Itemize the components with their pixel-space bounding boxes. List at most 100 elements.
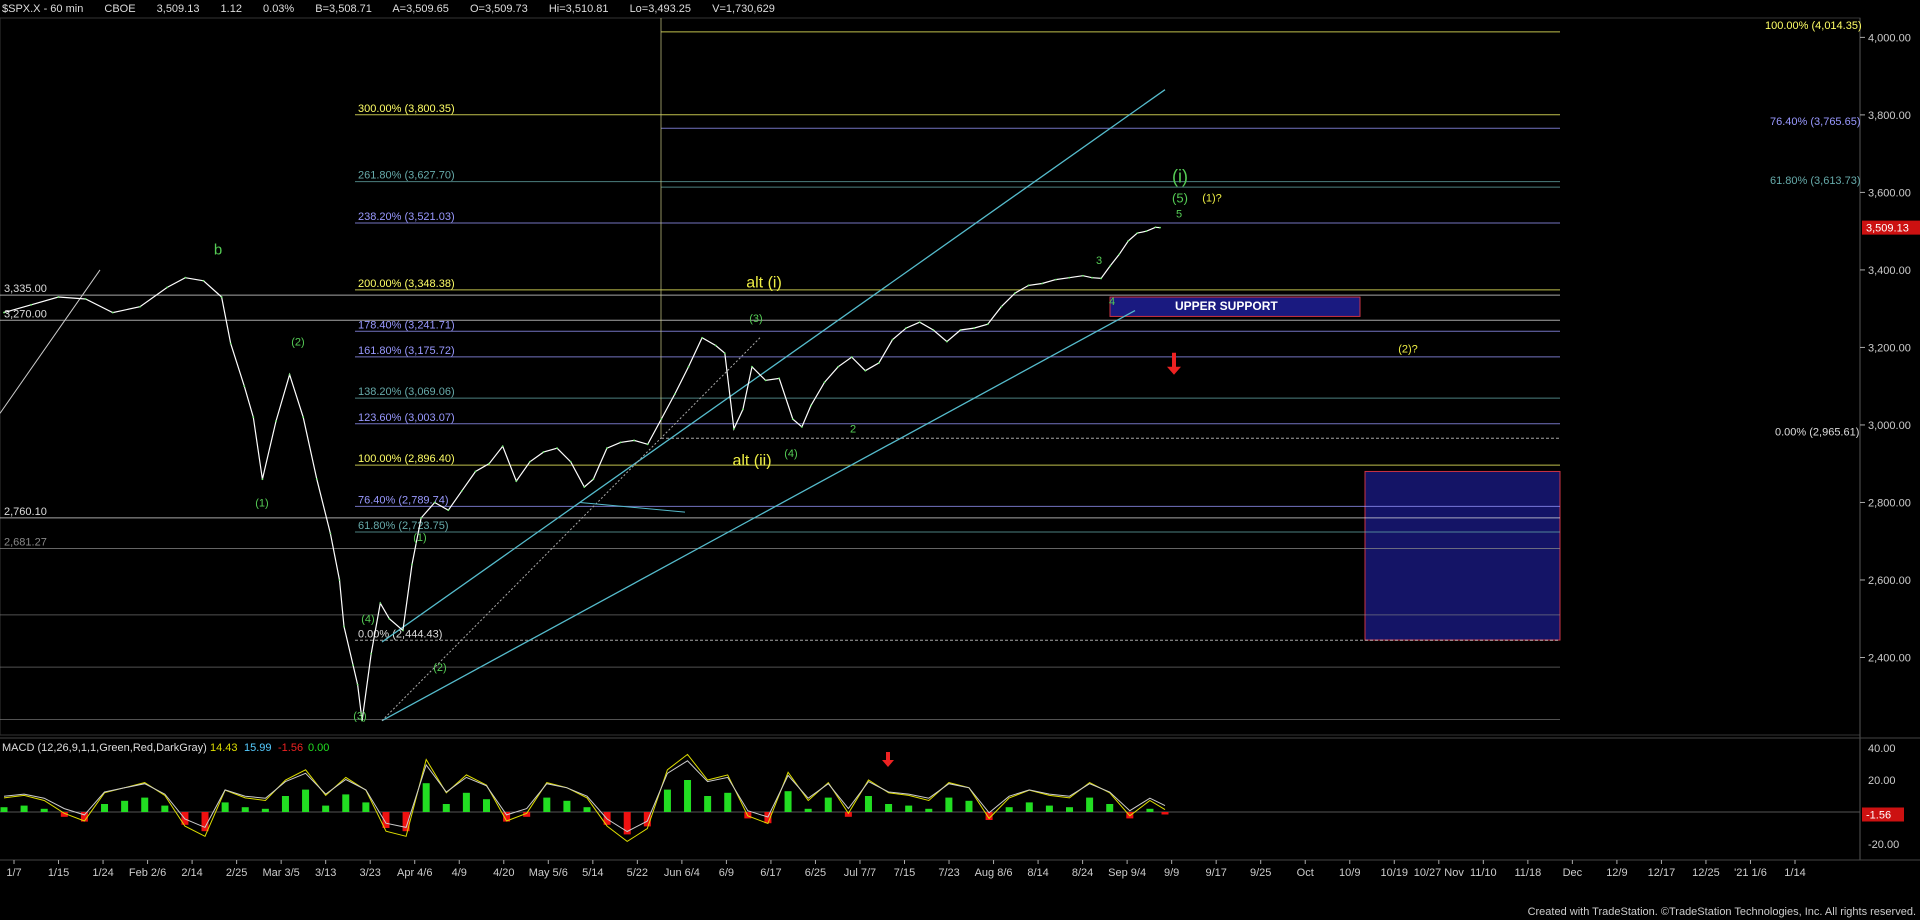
- macd-histogram-bar: [422, 783, 430, 812]
- x-tick-label: Sep 9/4: [1108, 867, 1146, 879]
- wave-label: alt (i): [746, 274, 782, 291]
- x-tick-label: 10/19: [1381, 867, 1409, 879]
- price-point: [723, 352, 726, 355]
- macd-tick-label: -1.56: [1866, 809, 1891, 821]
- fib-level-label: 100.00% (4,014.35): [1765, 20, 1862, 32]
- x-tick-label: 1/24: [92, 867, 113, 879]
- price-point: [302, 416, 305, 419]
- price-point: [166, 286, 169, 289]
- macd-histogram-bar: [784, 791, 792, 812]
- price-point: [764, 379, 767, 382]
- x-tick-label: Mar 3/5: [263, 867, 300, 879]
- y-tick-label: 3,400.00: [1868, 265, 1911, 277]
- macd-histogram-bar: [1106, 804, 1114, 812]
- x-tick-label: 6/17: [760, 867, 781, 879]
- price-point: [959, 329, 962, 331]
- price-point: [460, 489, 463, 492]
- macd-histogram-bar: [342, 794, 350, 812]
- price-point: [1145, 230, 1148, 233]
- price-point: [329, 532, 332, 535]
- macd-line: [3, 753, 1166, 843]
- macd-histogram-bar: [201, 812, 209, 832]
- price-point: [850, 356, 853, 359]
- x-tick-label: 10/27 Nov: [1414, 867, 1465, 879]
- x-tick-label: 7/23: [938, 867, 959, 879]
- price-point: [447, 509, 450, 512]
- x-tick-label: 7/15: [894, 867, 915, 879]
- price-point: [619, 441, 622, 444]
- price-point: [674, 393, 676, 395]
- price-point: [379, 602, 382, 605]
- macd-histogram-bar: [925, 808, 933, 812]
- price-point: [569, 460, 572, 463]
- wave-label: (2): [291, 336, 304, 348]
- price-point: [370, 652, 373, 655]
- macd-histogram-bar: [161, 805, 169, 812]
- macd-value-3: -1.56: [278, 742, 303, 754]
- wave-label: (i): [1172, 166, 1188, 186]
- macd-histogram-bar: [563, 800, 571, 812]
- price-point: [800, 425, 803, 428]
- price-point: [646, 443, 649, 446]
- price-point: [352, 664, 354, 667]
- x-tick-label: 4/9: [452, 867, 467, 879]
- price-point: [84, 298, 87, 300]
- price-point: [420, 517, 422, 519]
- fib-level-label: 0.00% (2,965.61): [1775, 426, 1859, 438]
- macd-value-4: 0.00: [308, 742, 329, 754]
- fib-level-label: 3,335.00: [4, 283, 47, 295]
- macd-histogram-bar: [482, 799, 490, 812]
- fib-level-label: 200.00% (3,348.38): [358, 278, 455, 290]
- x-tick-label: Aug 8/6: [975, 867, 1013, 879]
- macd-histogram-bar: [1086, 797, 1094, 812]
- price-point: [1109, 265, 1112, 267]
- down-arrow-icon: [1167, 352, 1181, 375]
- price-point: [1154, 226, 1157, 229]
- y-tick-label: 2,400.00: [1868, 652, 1911, 664]
- price-point: [184, 276, 187, 279]
- price-point: [1136, 232, 1139, 235]
- fib-level-label: 123.60% (3,003.07): [358, 412, 455, 424]
- x-tick-label: 11/18: [1514, 867, 1541, 879]
- price-point: [742, 408, 744, 411]
- price-point: [220, 296, 223, 298]
- macd-tick-label: 40.00: [1868, 743, 1896, 755]
- price-point: [1054, 278, 1057, 281]
- y-tick-label: 3,800.00: [1868, 110, 1911, 122]
- macd-histogram-bar: [281, 796, 289, 812]
- wave-label: b: [214, 241, 222, 258]
- price-point: [823, 381, 826, 384]
- price-chart[interactable]: 4,000.00 3,800.00 3,600.00 3,400.00 3,200.00…: [0, 0, 1920, 920]
- macd-histogram-bar: [824, 797, 832, 812]
- x-tick-label: 3/13: [315, 867, 336, 879]
- price-point: [488, 462, 490, 465]
- wave-label: (1)?: [1202, 193, 1222, 205]
- price-point: [1159, 226, 1161, 229]
- macd-histogram-bar: [663, 789, 671, 812]
- price-point: [1027, 284, 1030, 287]
- wave-label: (5): [1172, 190, 1188, 205]
- macd-histogram-bar: [543, 797, 551, 812]
- price-point: [878, 362, 880, 364]
- macd-value-1: 14.43: [210, 742, 238, 754]
- wave-label: (4): [784, 448, 797, 460]
- price-point: [732, 427, 735, 430]
- wave-label: (3): [353, 710, 366, 722]
- fib-level-label: 3,270.00: [4, 308, 47, 320]
- x-tick-label: 4/20: [493, 867, 514, 879]
- x-tick-label: 9/25: [1250, 867, 1271, 879]
- price-point: [3, 311, 5, 314]
- wave-label: (2)?: [1398, 343, 1418, 355]
- fib-level-label: 100.00% (2,896.40): [358, 453, 455, 465]
- price-point: [343, 625, 345, 628]
- price-point: [556, 447, 558, 450]
- price-point: [714, 344, 717, 347]
- macd-histogram-bar: [945, 797, 953, 812]
- macd-histogram-bar: [905, 805, 913, 812]
- price-point: [837, 365, 840, 368]
- price-point: [275, 420, 277, 422]
- wave-label: 4: [1109, 296, 1115, 308]
- price-point: [501, 445, 504, 448]
- x-tick-label: 10/9: [1339, 867, 1360, 879]
- x-tick-label: 6/25: [805, 867, 826, 879]
